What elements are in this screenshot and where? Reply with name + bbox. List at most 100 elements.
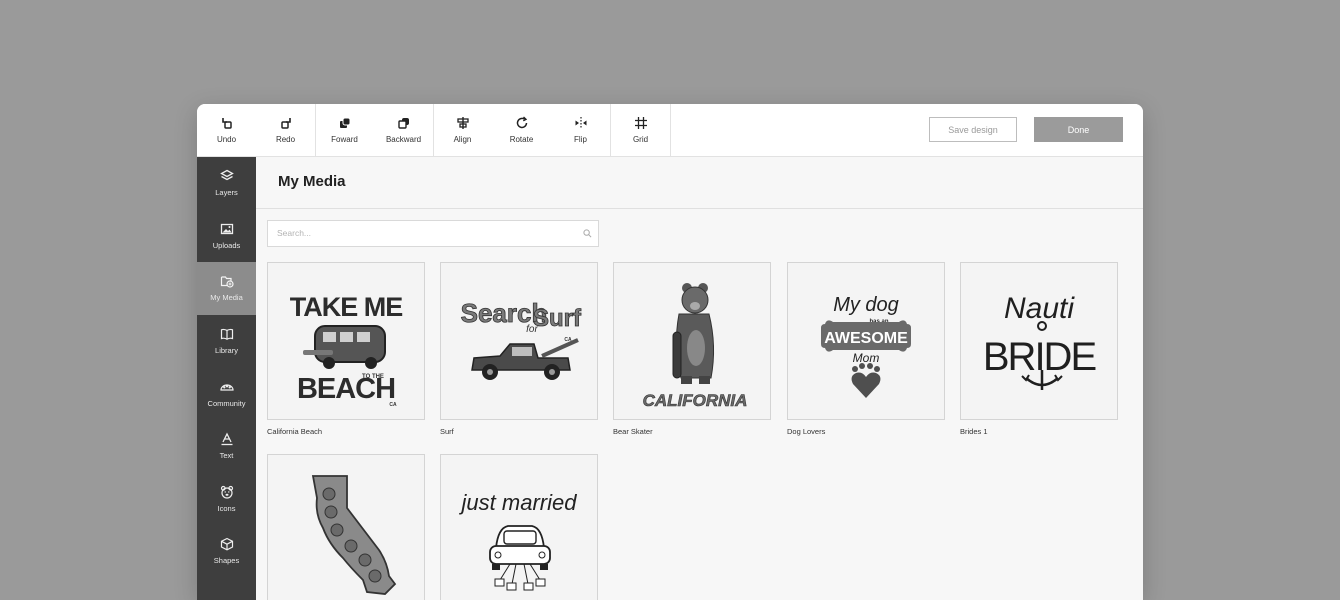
page-title: My Media	[278, 173, 346, 190]
sidebar-item-label: Text	[219, 451, 234, 461]
art-text: BEACH	[297, 373, 395, 405]
sidebar-item-icons[interactable]: Icons	[197, 473, 256, 526]
sidebar-item-uploads[interactable]: Uploads	[197, 210, 256, 263]
sidebar-item-library[interactable]: Library	[197, 315, 256, 368]
media-thumbnail[interactable]	[267, 454, 425, 600]
rotate-label: Rotate	[509, 135, 534, 144]
art-text: AWESOME	[824, 330, 908, 347]
media-thumbnail[interactable]: Search for Surf CA	[440, 262, 598, 420]
search-input[interactable]	[268, 221, 567, 244]
transform-group: Align Rotate Flip	[433, 104, 611, 156]
image-icon	[220, 223, 233, 235]
california-map-artwork	[311, 475, 397, 595]
sidebar: Layers Uploads My Media Library Communit…	[197, 157, 256, 600]
grid-button[interactable]: Grid	[611, 104, 670, 156]
media-thumbnail[interactable]: Nauti BRIDE	[960, 262, 1118, 420]
search-box	[267, 220, 599, 247]
rotate-icon	[516, 116, 527, 129]
sidebar-item-text[interactable]: Text	[197, 420, 256, 473]
flip-icon	[575, 117, 586, 129]
community-icon	[219, 384, 234, 391]
cube-icon	[220, 538, 233, 551]
grid-icon	[634, 117, 647, 129]
media-thumbnail[interactable]: TAKE ME TO THE BEACH CA	[267, 262, 425, 420]
media-caption: California Beach	[267, 427, 323, 436]
text-icon	[221, 432, 232, 446]
media-card[interactable]: Nauti BRIDE Brides 1	[960, 262, 1118, 436]
media-card[interactable]: Search for Surf CA Surf	[440, 262, 598, 436]
art-text: My dog	[833, 294, 899, 316]
folder-add-icon	[220, 276, 234, 289]
california-beach-artwork: TAKE ME TO THE BEACH CA	[290, 292, 404, 408]
title-divider	[256, 208, 1143, 209]
media-caption: Brides 1	[960, 427, 988, 436]
sidebar-item-label: Shapes	[213, 556, 240, 566]
art-text: just married	[459, 490, 578, 515]
layers-icon	[219, 170, 234, 181]
sidebar-item-shapes[interactable]: Shapes	[197, 525, 256, 578]
media-caption: Surf	[440, 427, 454, 436]
redo-label: Redo	[275, 135, 296, 144]
view-group: Grid	[611, 104, 671, 156]
sidebar-item-label: Library	[215, 346, 238, 356]
art-text: TAKE ME	[290, 292, 403, 322]
sidebar-item-community[interactable]: Community	[197, 367, 256, 420]
art-text: Nauti	[1004, 292, 1075, 325]
media-thumbnail[interactable]: CALIFORNIA	[613, 262, 771, 420]
backward-label: Backward	[385, 135, 422, 144]
rotate-button[interactable]: Rotate	[492, 104, 551, 156]
bear-skater-artwork: CALIFORNIA	[642, 283, 748, 410]
art-text: CALIFORNIA	[643, 391, 748, 410]
sidebar-item-label: Uploads	[212, 240, 241, 250]
bring-forward-icon	[339, 117, 350, 128]
flip-label: Flip	[574, 135, 587, 144]
nauti-bride-artwork: Nauti BRIDE	[983, 292, 1097, 390]
history-group: Undo Redo	[197, 104, 316, 156]
art-text: CA	[389, 402, 397, 408]
redo-icon	[280, 118, 291, 129]
media-card[interactable]: TAKE ME TO THE BEACH CA California Beach	[267, 262, 425, 436]
backward-button[interactable]: Backward	[374, 104, 433, 156]
sidebar-item-label: Icons	[217, 503, 236, 513]
align-label: Align	[453, 135, 472, 144]
undo-button[interactable]: Undo	[197, 104, 256, 156]
art-text: Surf	[533, 305, 582, 332]
media-card[interactable]: My dog has an AWESOME Mom Dog Lovers	[787, 262, 945, 436]
sidebar-item-my-media[interactable]: My Media	[197, 262, 256, 315]
done-button[interactable]: Done	[1034, 117, 1123, 142]
grid-label: Grid	[632, 135, 649, 144]
dog-lovers-artwork: My dog has an AWESOME Mom	[821, 294, 911, 398]
media-panel: My Media TAKE ME TO THE BEACH CA	[256, 157, 1143, 600]
sidebar-item-label: Layers	[215, 188, 238, 198]
arrange-group: Foward Backward	[315, 104, 434, 156]
undo-label: Undo	[216, 135, 237, 144]
flip-button[interactable]: Flip	[551, 104, 610, 156]
media-thumbnail[interactable]: My dog has an AWESOME Mom	[787, 262, 945, 420]
surf-artwork: Search for Surf CA	[460, 298, 582, 380]
undo-icon	[221, 118, 232, 129]
book-icon	[220, 329, 233, 340]
sidebar-item-layers[interactable]: Layers	[197, 157, 256, 210]
search-icon	[583, 229, 592, 238]
sidebar-item-label: Community	[207, 398, 246, 408]
art-text: Mom	[853, 351, 880, 365]
media-card[interactable]: CALIFORNIA Bear Skater	[613, 262, 771, 436]
media-caption: Bear Skater	[613, 427, 653, 436]
media-card[interactable]	[267, 454, 425, 600]
toolbar: Undo Redo Foward Backward Align Rotate F…	[197, 104, 1143, 157]
media-card[interactable]: just married	[440, 454, 598, 600]
media-caption: Dog Lovers	[787, 427, 826, 436]
forward-button[interactable]: Foward	[315, 104, 374, 156]
align-icon	[456, 117, 469, 129]
just-married-artwork: just married	[459, 490, 578, 591]
sidebar-item-label: My Media	[210, 293, 243, 303]
art-text: BRIDE	[983, 335, 1096, 379]
bear-face-icon	[220, 485, 233, 499]
save-design-button[interactable]: Save design	[929, 117, 1017, 142]
redo-button[interactable]: Redo	[256, 104, 315, 156]
editor-window: Undo Redo Foward Backward Align Rotate F…	[197, 104, 1143, 600]
send-backward-icon	[397, 118, 409, 129]
media-thumbnail[interactable]: just married	[440, 454, 598, 600]
forward-label: Foward	[331, 135, 358, 144]
align-button[interactable]: Align	[433, 104, 492, 156]
